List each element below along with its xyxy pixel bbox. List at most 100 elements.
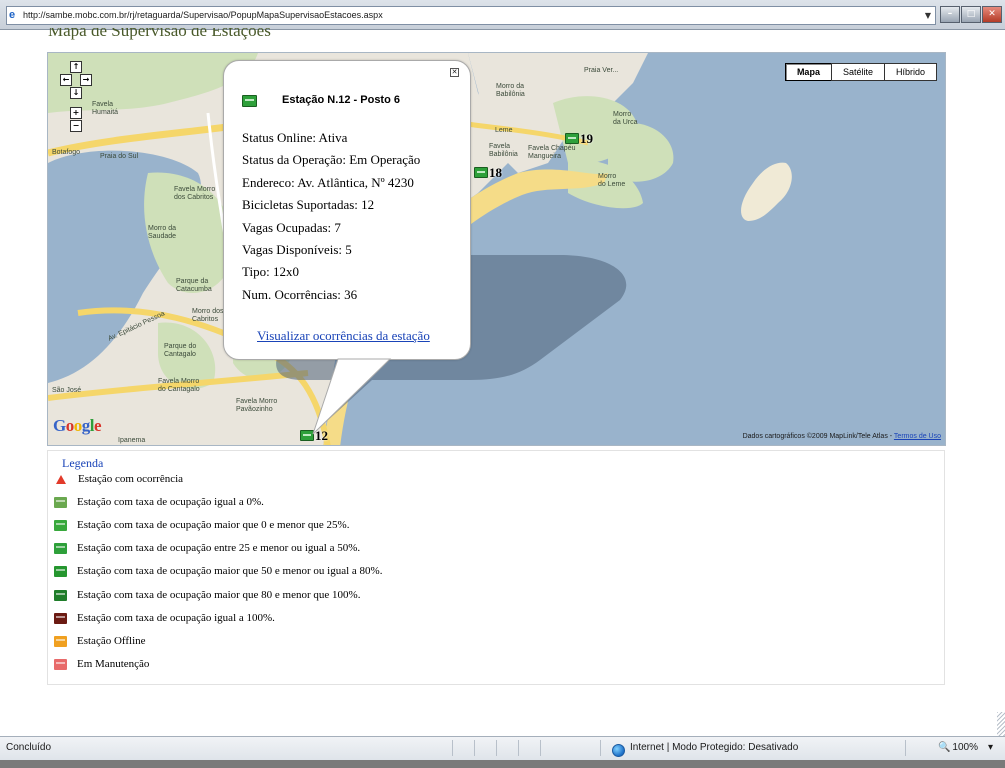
map-label: Morro da Babilônia	[496, 83, 525, 98]
zoom-icon: 🔍	[937, 742, 951, 753]
pan-up-icon[interactable]: ↑	[70, 61, 82, 73]
map-label: Leme	[495, 127, 513, 134]
legend-item: Em Manutenção	[54, 655, 149, 675]
view-occurrences-link[interactable]: Visualizar ocorrências da estação	[257, 329, 430, 343]
zoom-in-icon[interactable]: +	[70, 107, 82, 119]
logo-letter: G	[53, 416, 66, 435]
map-label: Parque da Catacumba	[176, 278, 212, 293]
legend: Legenda Estação com ocorrência Estação co…	[47, 450, 945, 685]
status-divider	[496, 740, 497, 756]
window-bottom-edge	[0, 760, 1005, 768]
legend-item: Estação com taxa de ocupação maior que 8…	[54, 585, 360, 605]
pan-right-icon[interactable]: →	[80, 74, 92, 86]
station-80-icon	[54, 566, 67, 578]
close-icon[interactable]: ✕	[450, 68, 459, 77]
map-navigation: ↑ ← → ↓ + −	[60, 61, 92, 151]
legend-item: Estação com taxa de ocupação maior que 0…	[54, 515, 349, 535]
legend-item-label: Estação Offline	[77, 634, 146, 647]
legend-item: Estação com taxa de ocupação igual a 100…	[54, 608, 275, 628]
url-field[interactable]: e http://sambe.mobc.com.br/rj/retaguarda…	[6, 6, 936, 25]
station-marker-18[interactable]: 18	[474, 166, 502, 179]
map-copyright: Dados cartográficos ©2009 MapLink/Tele A…	[743, 433, 941, 441]
warning-triangle-icon	[56, 474, 66, 484]
chevron-down-icon[interactable]: ▾	[988, 737, 993, 759]
map-label: Parque do Cantagalo	[164, 343, 197, 358]
map-type-switch: Mapa Satélite Híbrido	[784, 63, 937, 81]
map-label: Morro da Saudade	[148, 225, 177, 240]
station-icon	[300, 430, 314, 441]
type-field: Tipo: 12x0	[242, 264, 299, 280]
map-label: Favela Morro Pavãozinho	[236, 398, 278, 413]
map-type-hybrid[interactable]: Híbrido	[883, 63, 937, 81]
map-label: Favela Babilônia	[489, 143, 518, 158]
station-number: 12	[315, 428, 328, 443]
legend-item: Estação Offline	[54, 631, 146, 651]
url-text: http://sambe.mobc.com.br/rj/retaguarda/S…	[23, 10, 383, 20]
status-online-field: Status Online: Ativa	[242, 130, 348, 145]
internet-explorer-icon: e	[9, 9, 16, 21]
map-label: Favela Chapéu Mangueira	[528, 145, 576, 160]
minimize-button[interactable]: –	[940, 6, 960, 23]
map[interactable]: Favela Humaitá Praia do Sul Favela Morro d…	[47, 52, 946, 446]
status-divider	[474, 740, 475, 756]
station-50-icon	[54, 543, 67, 555]
zoom-level: 100%	[952, 742, 978, 753]
zone-text: Internet | Modo Protegido: Desativado	[630, 742, 799, 753]
station-marker-19[interactable]: 19	[565, 132, 593, 145]
station-25-icon	[54, 519, 67, 531]
map-label: Favela Morro dos Cabritos	[174, 186, 216, 201]
station-maintenance-icon	[54, 659, 67, 671]
pan-down-icon[interactable]: ↓	[70, 87, 82, 99]
map-label: Praia do Sul	[100, 153, 139, 160]
map-label: Morro do Leme	[598, 173, 626, 188]
station-icon	[242, 94, 257, 107]
info-window-fields: Status Online: Ativa Status da Operação:…	[242, 131, 420, 310]
resize-grip[interactable]	[997, 712, 1005, 736]
status-operation-field: Status da Operação: Em Operação	[242, 152, 421, 168]
map-label: Morro dos Cabritos	[192, 308, 224, 323]
security-zone[interactable]: Internet | Modo Protegido: Desativado	[612, 737, 798, 759]
legend-item-label: Estação com taxa de ocupação entre 25 e …	[77, 542, 361, 555]
info-window-header: Estação N.12 - Posto 6	[242, 94, 400, 107]
status-divider	[600, 740, 601, 756]
map-type-mapa[interactable]: Mapa	[784, 63, 832, 81]
legend-item: Estação com taxa de ocupação maior que 5…	[54, 562, 382, 582]
map-label: Ipanema	[118, 437, 146, 444]
station-number: 18	[489, 165, 502, 180]
page-title-text: Mapa de Supervisão de Estações	[48, 28, 271, 40]
legend-item: Estação com taxa de ocupação entre 25 e …	[54, 539, 360, 559]
station-icon	[565, 133, 579, 144]
terms-link[interactable]: Termos de Uso	[894, 433, 941, 440]
station-0-icon	[54, 496, 67, 508]
address-field: Endereco: Av. Atlântica, Nº 4230	[242, 174, 414, 190]
status-divider	[518, 740, 519, 756]
legend-item: Estação com ocorrência	[54, 469, 183, 489]
occupied-slots-field: Vagas Ocupadas: 7	[242, 219, 341, 235]
maximize-button[interactable]: □	[961, 6, 981, 23]
status-divider	[452, 740, 453, 756]
legend-item-label: Estação com taxa de ocupação igual a 0%.	[77, 495, 264, 508]
logo-letter: o	[73, 416, 83, 435]
google-logo[interactable]: Google	[53, 416, 102, 435]
legend-item-label: Estação com taxa de ocupação maior que 0…	[77, 518, 350, 531]
address-bar: e http://sambe.mobc.com.br/rj/retaguarda…	[0, 0, 1005, 30]
legend-item-label: Estação com taxa de ocupação maior que 8…	[77, 588, 361, 601]
zoom-out-icon[interactable]: −	[70, 120, 82, 132]
status-bar: Concluído Internet | Modo Protegido: Des…	[0, 736, 1005, 760]
map-label: São José	[52, 387, 82, 394]
legend-item: Estação com taxa de ocupação igual a 0%.	[54, 492, 264, 512]
close-button[interactable]: ✕	[982, 6, 1002, 23]
station-marker-12[interactable]: 12	[300, 429, 328, 442]
copyright-text: Dados cartográficos ©2009 MapLink/Tele A…	[742, 433, 893, 440]
globe-icon	[612, 743, 625, 757]
zoom-control[interactable]: 🔍 100% ▾	[938, 737, 993, 759]
station-icon	[474, 167, 488, 178]
info-window-title: Estação N.12 - Posto 6	[282, 94, 400, 106]
url-dropdown-icon[interactable]: ▼	[925, 7, 931, 24]
legend-item-label: Estação com ocorrência	[78, 472, 184, 485]
station-number: 19	[580, 131, 593, 146]
pan-left-icon[interactable]: ←	[60, 74, 72, 86]
logo-letter: g	[81, 416, 91, 435]
map-type-satellite[interactable]: Satélite	[830, 63, 885, 81]
station-99-icon	[54, 589, 67, 601]
